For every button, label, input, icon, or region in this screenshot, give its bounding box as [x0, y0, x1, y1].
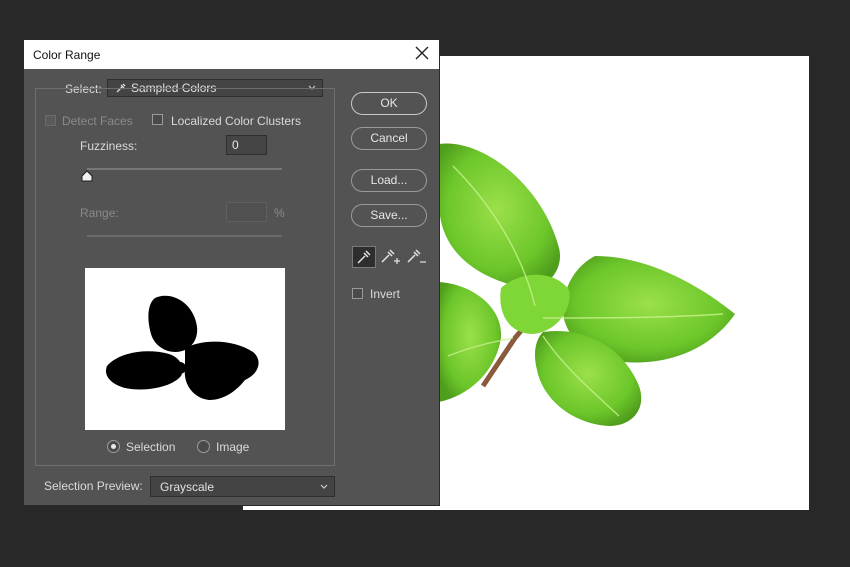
dialog-title: Color Range — [33, 48, 101, 62]
eyedropper-icon — [357, 250, 371, 264]
image-radio[interactable] — [197, 440, 210, 453]
load-button[interactable]: Load... — [351, 169, 427, 192]
invert-label: Invert — [370, 287, 401, 301]
selection-preview-dropdown[interactable]: Grayscale — [150, 476, 335, 497]
save-button[interactable]: Save... — [351, 204, 427, 227]
selection-radio[interactable] — [107, 440, 120, 453]
invert-checkbox[interactable] — [352, 288, 363, 299]
eyedropper-tool[interactable] — [352, 246, 376, 268]
eyedropper-plus-icon — [381, 249, 400, 264]
fuzziness-label: Fuzziness: — [80, 139, 138, 153]
fuzziness-slider-thumb[interactable] — [81, 170, 93, 182]
cancel-button[interactable]: Cancel — [351, 127, 427, 150]
ok-button[interactable]: OK — [351, 92, 427, 115]
chevron-down-icon — [320, 484, 328, 489]
range-unit: % — [274, 206, 285, 220]
fuzziness-slider-track[interactable] — [87, 168, 282, 170]
detect-faces-checkbox[interactable] — [45, 115, 56, 126]
color-range-dialog: Color Range Select: Sampled Colors Detec… — [24, 40, 439, 505]
selection-preview[interactable] — [85, 268, 285, 430]
range-label: Range: — [80, 206, 119, 220]
localized-clusters-label: Localized Color Clusters — [171, 114, 302, 128]
selection-preview-label: Selection Preview: — [44, 479, 143, 493]
selection-radio-label: Selection — [126, 440, 176, 454]
subtract-from-sample-tool[interactable] — [404, 246, 428, 268]
range-input[interactable] — [226, 202, 267, 222]
close-icon[interactable] — [413, 44, 431, 62]
fuzziness-input[interactable]: 0 — [226, 135, 267, 155]
eyedropper-minus-icon — [407, 249, 426, 263]
dialog-titlebar[interactable]: Color Range — [24, 40, 439, 69]
detect-faces-label: Detect Faces — [62, 114, 133, 128]
selection-mask-image — [105, 295, 259, 400]
range-slider-track[interactable] — [87, 235, 282, 237]
add-to-sample-tool[interactable] — [378, 246, 402, 268]
localized-clusters-checkbox[interactable] — [152, 114, 163, 125]
selection-preview-value: Grayscale — [160, 480, 215, 494]
image-radio-label: Image — [216, 440, 250, 454]
